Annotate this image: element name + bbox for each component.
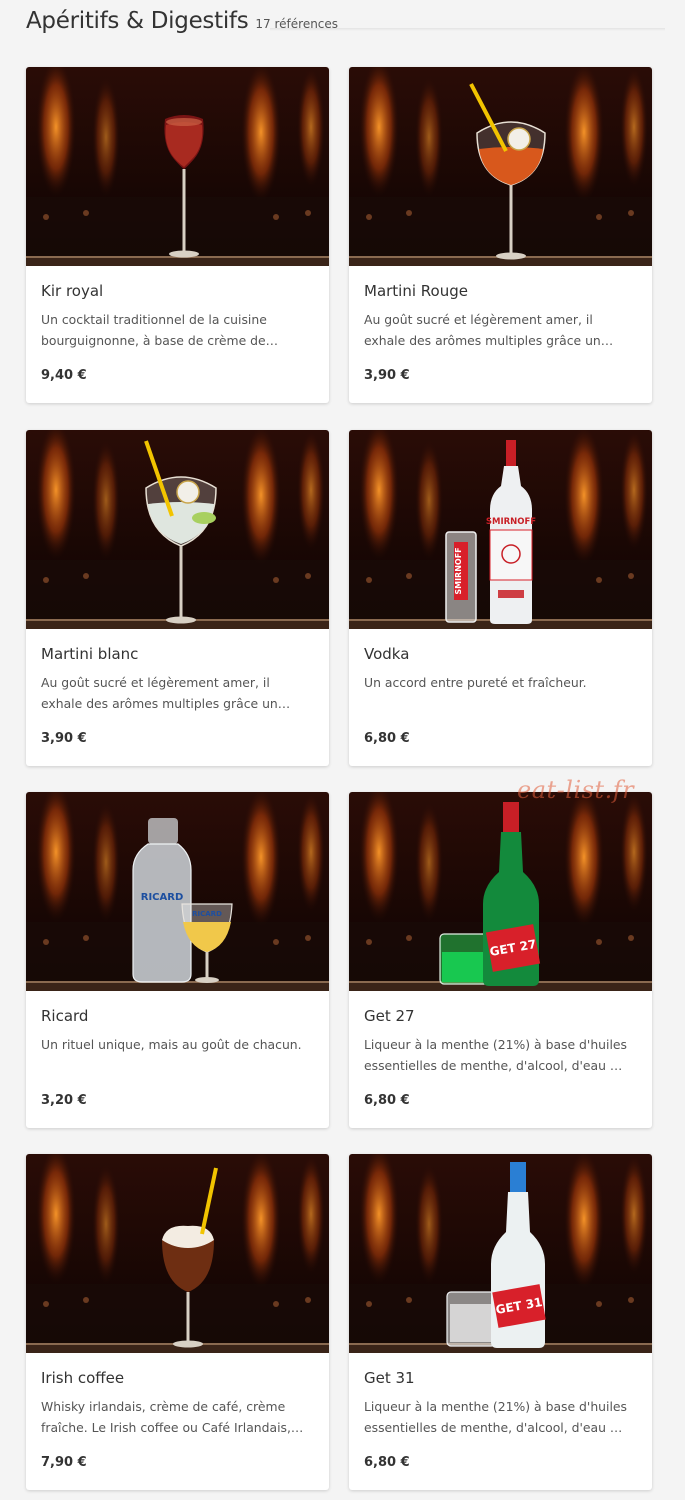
product-card-get31[interactable]: GET 31 Get 31 Liqueur à la menthe (21%) … — [349, 1154, 652, 1490]
watermark: eat-list.fr — [517, 776, 635, 804]
product-name: Kir royal — [41, 282, 104, 300]
product-photo: SMIRNOFF SMIRNOFF — [349, 430, 652, 629]
ricard-glass-label: RICARD — [192, 910, 222, 918]
product-photo — [349, 67, 652, 266]
page-title: Apéritifs & Digestifs — [26, 8, 249, 34]
get31-bottle-image: GET 31 — [349, 1154, 652, 1353]
product-photo: RICARD RICARD — [26, 792, 329, 991]
get27-bottle-image: GET 27 — [349, 792, 652, 991]
product-name: Ricard — [41, 1007, 89, 1025]
description-line: Au goût sucré et légèrement amer, il — [41, 675, 270, 690]
product-card-kir-royal[interactable]: Kir royal Un cocktail traditionnel de la… — [26, 67, 329, 403]
product-name: Get 27 — [364, 1007, 415, 1025]
product-photo — [26, 67, 329, 266]
product-price: 3,90 € — [41, 731, 87, 746]
product-card-irish-coffee[interactable]: Irish coffee Whisky irlandais, crème de … — [26, 1154, 329, 1490]
description-line: bourguignonne, à base de crème de… — [41, 333, 279, 348]
product-photo: GET 31 — [349, 1154, 652, 1353]
description-line: Liqueur à la menthe (21%) à base d'huile… — [364, 1399, 627, 1414]
description-line: Whisky irlandais, crème de café, crème — [41, 1399, 286, 1414]
description-line: Un rituel unique, mais au goût de chacun… — [41, 1037, 302, 1052]
product-price: 6,80 € — [364, 731, 410, 746]
product-photo — [26, 1154, 329, 1353]
product-description: Un rituel unique, mais au goût de chacun… — [41, 1034, 318, 1055]
product-name: Martini Rouge — [364, 282, 468, 300]
irish-coffee-glass-image — [26, 1154, 329, 1353]
martini-rouge-glass-image — [349, 67, 652, 266]
header-divider — [270, 28, 665, 31]
product-name: Martini blanc — [41, 645, 139, 663]
vodka-bottle-image: SMIRNOFF SMIRNOFF — [349, 430, 652, 629]
product-price: 9,40 € — [41, 368, 87, 383]
product-description: Whisky irlandais, crème de café, crème f… — [41, 1396, 318, 1438]
product-photo — [26, 430, 329, 629]
vodka-glass-label: SMIRNOFF — [454, 547, 463, 594]
martini-blanc-glass-image — [26, 430, 329, 629]
product-name: Vodka — [364, 645, 410, 663]
kir-royal-glass-image — [26, 67, 329, 266]
description-line: Un accord entre pureté et fraîcheur. — [364, 675, 587, 690]
description-line: Un cocktail traditionnel de la cuisine — [41, 312, 267, 327]
product-price: 7,90 € — [41, 1455, 87, 1470]
product-card-ricard[interactable]: RICARD RICARD Ricard Un rituel unique, m… — [26, 792, 329, 1128]
product-description: Un accord entre pureté et fraîcheur. — [364, 672, 641, 693]
product-name: Irish coffee — [41, 1369, 125, 1387]
product-price: 3,20 € — [41, 1093, 87, 1108]
product-card-martini-blanc[interactable]: Martini blanc Au goût sucré et légèremen… — [26, 430, 329, 766]
ricard-carafe-label: RICARD — [141, 892, 184, 903]
product-description: Au goût sucré et légèrement amer, il exh… — [364, 309, 641, 351]
description-line: fraîche. Le Irish coffee ou Café Irlanda… — [41, 1420, 304, 1435]
product-description: Un cocktail traditionnel de la cuisine b… — [41, 309, 318, 351]
product-description: Liqueur à la menthe (21%) à base d'huile… — [364, 1396, 641, 1438]
product-card-get27[interactable]: GET 27 Get 27 Liqueur à la menthe (21%) … — [349, 792, 652, 1128]
description-line: exhale des arômes multiples grâce un… — [41, 696, 291, 711]
product-price: 6,80 € — [364, 1455, 410, 1470]
product-price: 3,90 € — [364, 368, 410, 383]
product-price: 6,80 € — [364, 1093, 410, 1108]
vodka-bottle-label: SMIRNOFF — [486, 517, 536, 527]
product-name: Get 31 — [364, 1369, 415, 1387]
ricard-carafe-image: RICARD RICARD — [26, 792, 329, 991]
description-line: exhale des arômes multiples grâce un… — [364, 333, 614, 348]
product-card-martini-rouge[interactable]: Martini Rouge Au goût sucré et légèremen… — [349, 67, 652, 403]
product-description: Liqueur à la menthe (21%) à base d'huile… — [364, 1034, 641, 1076]
product-photo: GET 27 — [349, 792, 652, 991]
description-line: essentielles de menthe, d'alcool, d'eau … — [364, 1420, 623, 1435]
description-line: Liqueur à la menthe (21%) à base d'huile… — [364, 1037, 627, 1052]
product-description: Au goût sucré et légèrement amer, il exh… — [41, 672, 318, 714]
product-card-vodka[interactable]: SMIRNOFF SMIRNOFF Vodka Un accord entre … — [349, 430, 652, 766]
description-line: essentielles de menthe, d'alcool, d'eau … — [364, 1058, 623, 1073]
description-line: Au goût sucré et légèrement amer, il — [364, 312, 593, 327]
